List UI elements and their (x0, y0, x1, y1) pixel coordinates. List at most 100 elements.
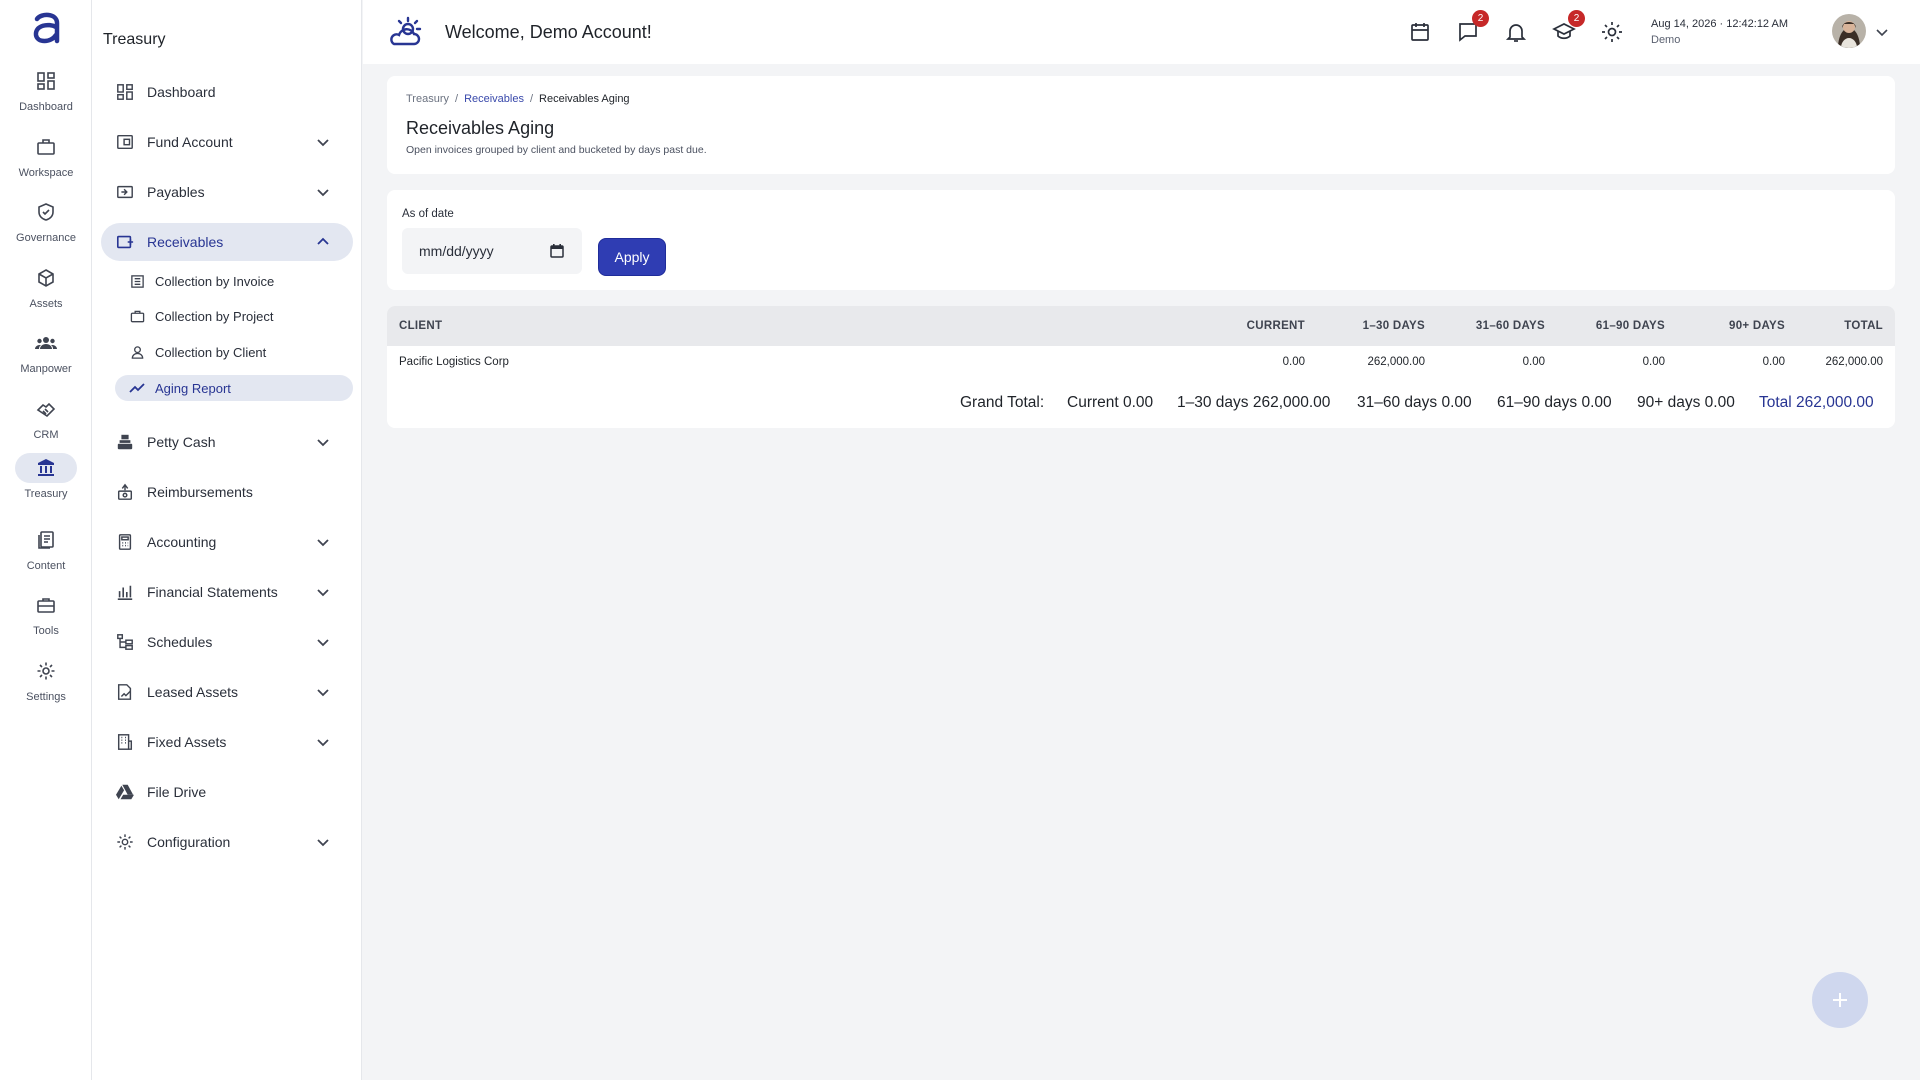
sidebar-item-configuration[interactable]: Configuration (101, 823, 353, 861)
gear-icon (115, 832, 135, 852)
rail-item-governance[interactable]: Governance (0, 197, 92, 259)
rail-label: Workspace (18, 167, 74, 179)
as-of-date-input[interactable]: mm/dd/yyyy (402, 228, 582, 274)
sidebar-item-dashboard[interactable]: Dashboard (101, 73, 353, 111)
page-title: Receivables Aging (406, 118, 555, 138)
cell-31-60: 0.00 (1522, 356, 1545, 368)
learning-button[interactable]: 2 (1552, 10, 1585, 44)
sidebar-subitem-collection-by-invoice[interactable]: Collection by Invoice (115, 268, 353, 294)
document-icon (15, 525, 77, 555)
sidebar-item-label: Fund Account (147, 134, 233, 150)
chevron-down-icon (315, 584, 331, 600)
breadcrumb: Treasury / Receivables / Receivables Agi… (406, 93, 630, 105)
sidebar-item-reimbursements[interactable]: Reimbursements (101, 473, 353, 511)
sidebar-item-fixed-assets[interactable]: Fixed Assets (101, 723, 353, 761)
chevron-down-icon[interactable] (1874, 24, 1890, 40)
rail-item-treasury[interactable]: Treasury (0, 453, 92, 515)
bar-chart-icon (115, 582, 135, 602)
chevron-down-icon (315, 134, 331, 150)
cell-1-30: 262,000.00 (1367, 356, 1425, 368)
sidebar-item-file-drive[interactable]: File Drive (101, 773, 353, 811)
column-header-90-plus[interactable]: 90+ DAYS (1729, 320, 1785, 332)
chevron-down-icon (315, 184, 331, 200)
column-header-61-90[interactable]: 61–90 DAYS (1596, 320, 1665, 332)
learning-badge: 2 (1568, 10, 1585, 27)
chevron-down-icon (315, 834, 331, 850)
rail-item-dashboard[interactable]: Dashboard (0, 66, 92, 128)
avatar[interactable] (1832, 14, 1866, 48)
sidebar-item-accounting[interactable]: Accounting (101, 523, 353, 561)
datetime: Aug 14, 2026 · 12:42:12 AM (1651, 18, 1789, 30)
column-header-total[interactable]: TOTAL (1844, 320, 1883, 332)
as-of-date-label: As of date (402, 208, 454, 220)
sidebar-item-financial-statements[interactable]: Financial Statements (101, 573, 353, 611)
app-rail: Dashboard Workspace Governance Assets Ma… (0, 0, 92, 1080)
sidebar-item-leased-assets[interactable]: Leased Assets (101, 673, 353, 711)
breadcrumb-receivables[interactable]: Receivables (464, 93, 524, 105)
date-text: Aug 14, 2026 (1651, 18, 1717, 30)
module-sidebar: Treasury Dashboard Fund Account Payables… (92, 0, 362, 1080)
sidebar-item-receivables[interactable]: Receivables (101, 223, 353, 261)
sidebar-item-label: Fixed Assets (147, 734, 227, 750)
people-icon (15, 328, 77, 358)
handshake-icon (15, 394, 77, 424)
sun-cloud-icon (388, 16, 422, 50)
user-name: Demo (1651, 34, 1681, 46)
cell-current: 0.00 (1282, 356, 1305, 368)
sidebar-item-label: Reimbursements (147, 484, 253, 500)
rail-label: CRM (33, 429, 59, 441)
add-fab-button[interactable] (1812, 972, 1868, 1028)
rail-label: Dashboard (19, 101, 73, 113)
rail-item-content[interactable]: Content (0, 525, 92, 587)
page-header: Treasury / Receivables / Receivables Agi… (387, 76, 1895, 174)
sidebar-subitem-collection-by-client[interactable]: Collection by Client (115, 339, 353, 365)
rail-label: Assets (29, 298, 63, 310)
rail-item-workspace[interactable]: Workspace (0, 132, 92, 194)
sidebar-item-label: Receivables (147, 234, 224, 250)
calendar-icon[interactable] (1408, 20, 1432, 44)
cell-61-90: 0.00 (1642, 356, 1665, 368)
sidebar-item-label: Schedules (147, 634, 213, 650)
grand-total-90-plus: 90+ days 0.00 (1637, 394, 1735, 411)
sidebar-item-label: Dashboard (147, 84, 216, 100)
breadcrumb-treasury[interactable]: Treasury (406, 93, 449, 105)
sidebar-item-schedules[interactable]: Schedules (101, 623, 353, 661)
grand-total-61-90: 61–90 days 0.00 (1497, 394, 1612, 411)
building-icon (115, 732, 135, 752)
sidebar-subitem-label: Collection by Project (155, 308, 274, 324)
rail-item-tools[interactable]: Tools (0, 590, 92, 652)
payment-in-icon (115, 232, 135, 252)
sidebar-item-fund-account[interactable]: Fund Account (101, 123, 353, 161)
cash-register-icon (115, 432, 135, 452)
sidebar-item-petty-cash[interactable]: Petty Cash (101, 423, 353, 461)
sidebar-item-payables[interactable]: Payables (101, 173, 353, 211)
sidebar-subitem-collection-by-project[interactable]: Collection by Project (115, 303, 353, 329)
apply-button[interactable]: Apply (598, 238, 666, 276)
column-header-client[interactable]: CLIENT (399, 320, 442, 332)
grand-total-current: Current 0.00 (1067, 394, 1154, 411)
page-subtitle: Open invoices grouped by client and buck… (406, 144, 707, 156)
bell-icon[interactable] (1504, 20, 1528, 44)
chevron-down-icon (315, 534, 331, 550)
column-header-current[interactable]: CURRENT (1247, 320, 1305, 332)
sidebar-title: Treasury (103, 31, 166, 48)
breadcrumb-separator: / (529, 93, 534, 105)
calendar-icon[interactable] (549, 243, 565, 259)
rail-item-assets[interactable]: Assets (0, 263, 92, 325)
rail-item-crm[interactable]: CRM (0, 394, 92, 456)
column-header-31-60[interactable]: 31–60 DAYS (1476, 320, 1545, 332)
cell-90-plus: 0.00 (1762, 356, 1785, 368)
rail-item-manpower[interactable]: Manpower (0, 328, 92, 390)
column-header-1-30[interactable]: 1–30 DAYS (1363, 320, 1425, 332)
money-hand-icon (115, 482, 135, 502)
rail-label: Tools (33, 625, 59, 637)
app-logo[interactable] (29, 11, 63, 47)
sidebar-subitem-aging-report[interactable]: Aging Report (115, 375, 353, 401)
gear-icon (15, 656, 77, 686)
breadcrumb-separator: / (455, 93, 459, 105)
rail-item-settings[interactable]: Settings (0, 656, 92, 718)
gear-icon[interactable] (1600, 20, 1624, 44)
sidebar-item-label: Accounting (147, 534, 217, 550)
messages-button[interactable]: 2 (1456, 10, 1489, 44)
sidebar-item-label: Payables (147, 184, 205, 200)
